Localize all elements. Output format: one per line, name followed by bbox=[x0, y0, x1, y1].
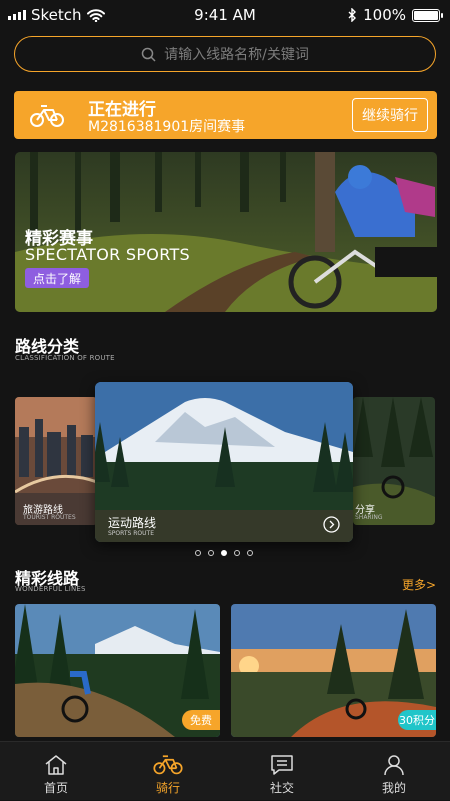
tab-social[interactable]: 社交 bbox=[226, 742, 338, 801]
bike-icon bbox=[30, 105, 64, 127]
tab-home[interactable]: 首页 bbox=[0, 742, 112, 801]
tab-ride[interactable]: 骑行 bbox=[112, 742, 224, 801]
chat-icon bbox=[271, 755, 293, 775]
battery-group: 100% bbox=[348, 6, 443, 24]
wonderful-subtitle: WONDERFUL LINES bbox=[15, 585, 86, 593]
person-icon bbox=[384, 755, 404, 776]
tab-me-label: 我的 bbox=[381, 781, 406, 795]
battery-level bbox=[414, 10, 438, 20]
event-banner[interactable]: 精彩赛事 SPECTATOR SPORTS 点击了解 bbox=[15, 152, 437, 312]
line-card-free[interactable]: 免费 bbox=[15, 604, 220, 737]
tab-me[interactable]: 我的 bbox=[338, 742, 450, 801]
sports-route-label: 运动路线 bbox=[108, 516, 157, 530]
share-route-card[interactable]: 分享 SHARING bbox=[353, 397, 435, 525]
route-class-subtitle: CLASSIFICATION OF ROUTE bbox=[15, 354, 115, 362]
status-bar: Sketch 9:41 AM 100% bbox=[0, 0, 450, 30]
carousel-dot[interactable] bbox=[234, 550, 240, 556]
sports-route-card[interactable]: 运动路线 SPORTS ROUTE bbox=[95, 382, 353, 542]
share-route-sub: SHARING bbox=[355, 514, 383, 521]
continue-ride-button[interactable]: 继续骑行 bbox=[352, 98, 428, 132]
battery-icon bbox=[412, 8, 443, 22]
battery-percent: 100% bbox=[363, 6, 406, 24]
carousel-dot[interactable] bbox=[221, 550, 227, 556]
bluetooth-icon bbox=[348, 8, 357, 22]
line-card-points[interactable]: 30积分 bbox=[231, 604, 436, 737]
sports-route-sub: SPORTS ROUTE bbox=[108, 530, 155, 537]
carousel-dots[interactable] bbox=[195, 550, 253, 556]
carousel-dot[interactable] bbox=[247, 550, 253, 556]
price-tag: 免费 bbox=[182, 710, 220, 730]
arrow-right-icon[interactable] bbox=[323, 516, 340, 533]
banner-subtitle: SPECTATOR SPORTS bbox=[25, 245, 190, 264]
more-link[interactable]: 更多> bbox=[402, 576, 436, 593]
search-icon bbox=[141, 47, 156, 62]
bike-icon bbox=[153, 755, 183, 775]
search-placeholder: 请输入线路名称/关键词 bbox=[164, 47, 309, 63]
tourist-route-sub: TOURIST ROUTES bbox=[23, 514, 76, 521]
home-icon bbox=[45, 755, 67, 775]
carousel-dot[interactable] bbox=[195, 550, 201, 556]
tab-social-label: 社交 bbox=[269, 781, 294, 795]
tourist-route-card[interactable]: 旅游路线 TOURIST ROUTES bbox=[15, 397, 97, 525]
ongoing-ride-banner[interactable]: 正在进行 M2816381901房间赛事 继续骑行 bbox=[14, 91, 437, 139]
search-input[interactable]: 请输入线路名称/关键词 bbox=[14, 36, 436, 72]
carousel-dot[interactable] bbox=[208, 550, 214, 556]
tab-bar: 首页 骑行 社交 我的 bbox=[0, 741, 450, 800]
points-tag: 30积分 bbox=[398, 710, 436, 730]
tab-home-label: 首页 bbox=[43, 781, 68, 795]
ongoing-subtitle: M2816381901房间赛事 bbox=[88, 119, 246, 135]
learn-more-button[interactable]: 点击了解 bbox=[25, 268, 89, 288]
tab-ride-label: 骑行 bbox=[155, 781, 180, 795]
